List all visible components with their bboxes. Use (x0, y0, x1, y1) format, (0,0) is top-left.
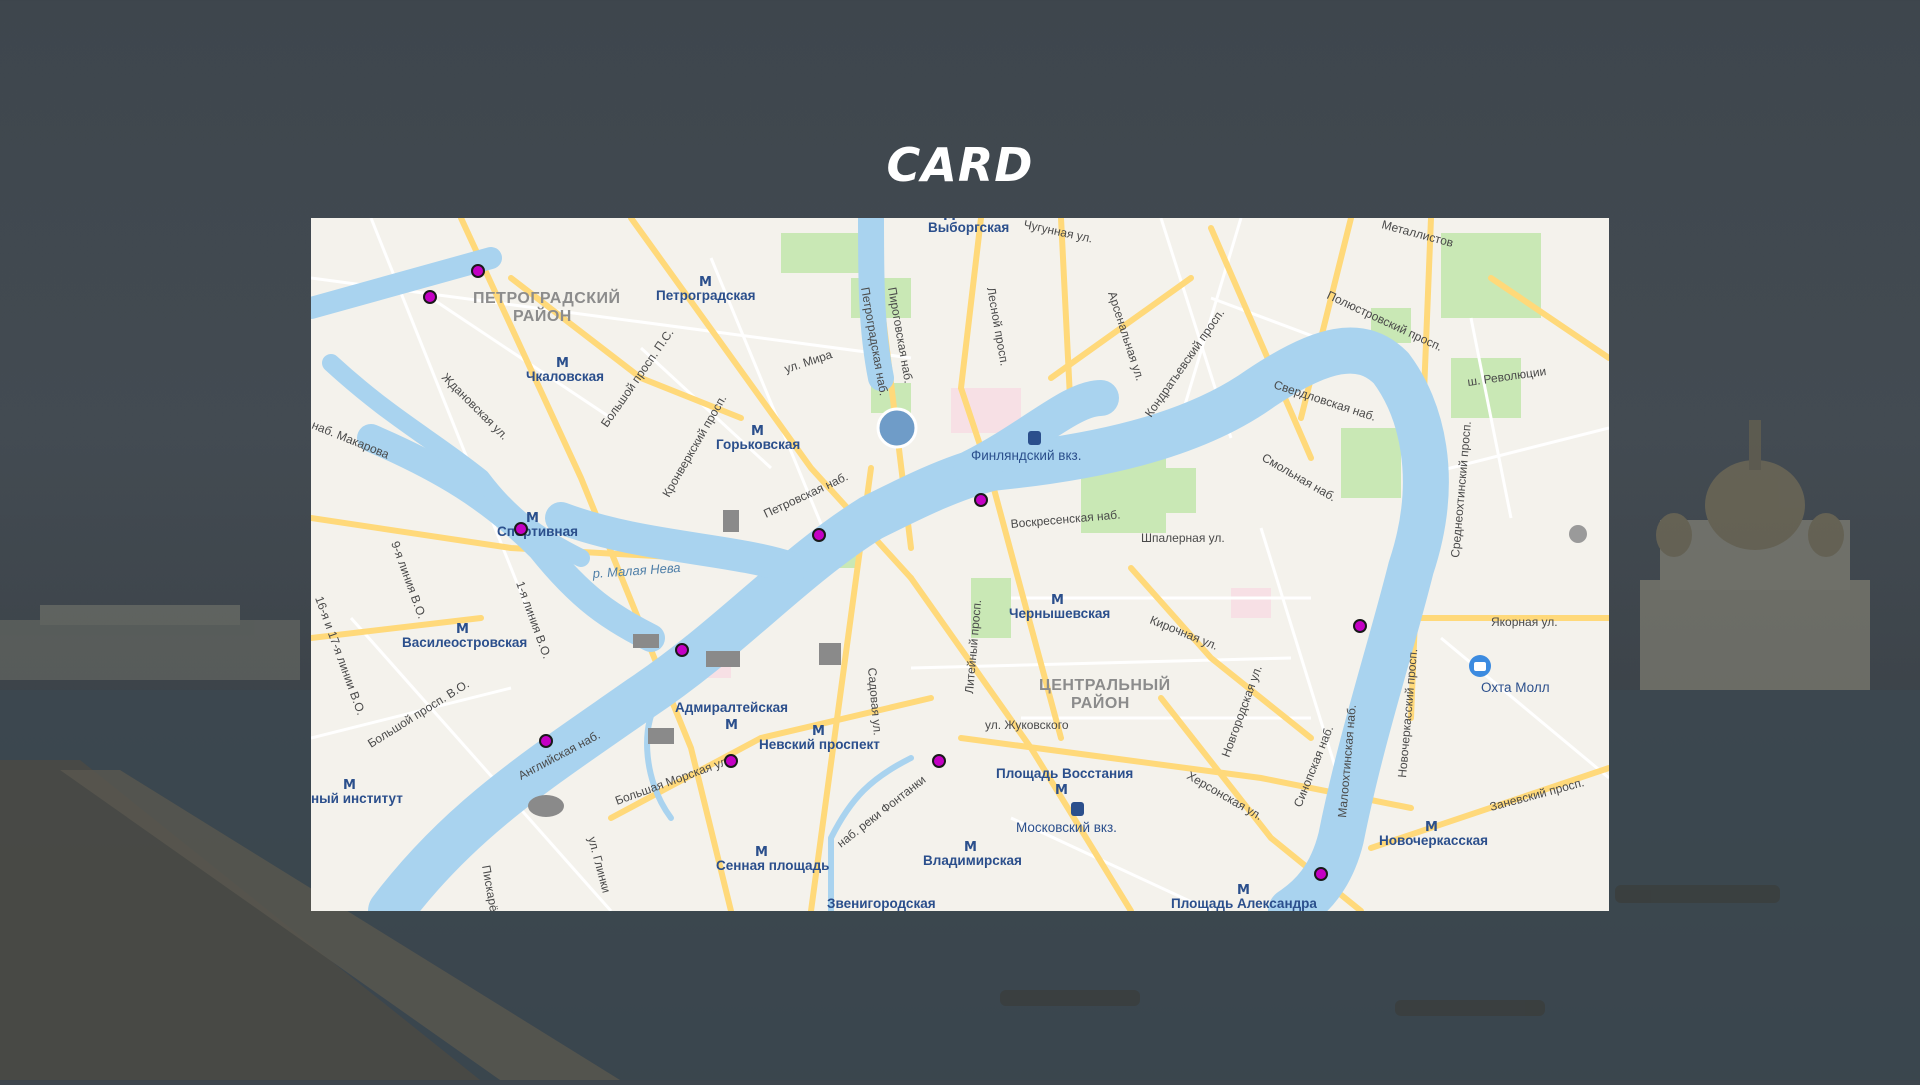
metro-icon: M (964, 840, 977, 855)
church-icon (819, 643, 841, 665)
metro-station[interactable]: Чкаловская (526, 369, 604, 384)
route-marker[interactable] (974, 493, 988, 507)
metro-station[interactable]: Площадь Восстания (996, 766, 1133, 781)
metro-icon: M (456, 622, 469, 637)
svg-text:Шпалерная ул.: Шпалерная ул. (1141, 531, 1225, 545)
metro-station[interactable]: Сенная площадь (716, 858, 829, 873)
place-moscow-station[interactable]: Московский вкз. (1016, 820, 1117, 835)
stadium-icon (528, 795, 564, 817)
route-marker[interactable] (724, 754, 738, 768)
route-marker[interactable] (812, 528, 826, 542)
svg-text:Площадь Восстания: Площадь Восстания (996, 766, 1133, 781)
route-marker[interactable] (1314, 867, 1328, 881)
district-label-petrogradsky-2: РАЙОН (513, 306, 572, 325)
metro-icon: M (812, 724, 825, 739)
metro-icon: M (943, 218, 956, 224)
metro-icon: M (1425, 820, 1438, 835)
route-marker[interactable] (471, 264, 485, 278)
svg-text:ный институт: ный институт (311, 791, 403, 806)
svg-text:Якорная ул.: Якорная ул. (1491, 615, 1558, 629)
metro-station[interactable]: Чернышевская (1009, 606, 1110, 621)
route-marker[interactable] (675, 643, 689, 657)
svg-text:Выборгская: Выборгская (928, 220, 1009, 235)
district-label-petrogradsky-1: ПЕТРОГРАДСКИЙ (473, 288, 621, 307)
svg-text:Адмиралтейская: Адмиралтейская (675, 700, 788, 715)
svg-text:Владимирская: Владимирская (923, 853, 1022, 868)
district-label-central-1: ЦЕНТРАЛЬНЫЙ (1039, 675, 1171, 694)
metro-icon: M (526, 511, 539, 526)
metro-station[interactable]: ный институт (311, 791, 403, 806)
building-icon (706, 651, 740, 667)
metro-icon: M (1237, 883, 1250, 898)
svg-text:Спортивная: Спортивная (497, 524, 578, 539)
metro-station[interactable]: Василеостровская (402, 635, 527, 650)
metro-station[interactable]: Невский проспект (759, 737, 880, 752)
metro-icon: M (755, 845, 768, 860)
metro-station[interactable]: Адмиралтейская (675, 700, 788, 715)
route-marker[interactable] (932, 754, 946, 768)
cathedral (1640, 420, 1870, 690)
svg-text:Сенная площадь: Сенная площадь (716, 858, 829, 873)
page-title: CARD (886, 138, 1034, 192)
metro-icon: M (1055, 783, 1068, 798)
svg-text:Звенигородская: Звенигородская (827, 896, 936, 911)
metro-station[interactable]: Новочеркасская (1379, 833, 1488, 848)
svg-text:Петроградская: Петроградская (656, 288, 756, 303)
svg-text:Невский проспект: Невский проспект (759, 737, 880, 752)
route-marker[interactable] (539, 734, 553, 748)
building-icon (633, 634, 659, 648)
svg-text:Василеостровская: Василеостровская (402, 635, 527, 650)
route-marker[interactable] (514, 522, 528, 536)
metro-station[interactable]: Петроградская (656, 288, 756, 303)
route-marker[interactable] (423, 290, 437, 304)
metro-icon: M (699, 275, 712, 290)
metro-icon: M (725, 718, 738, 733)
svg-text:Чкаловская: Чкаловская (526, 369, 604, 384)
metro-icon: M (343, 778, 356, 793)
svg-text:Новочеркасская: Новочеркасская (1379, 833, 1488, 848)
svg-text:ул. Жуковского: ул. Жуковского (985, 718, 1069, 732)
svg-text:Площадь Александра: Площадь Александра (1171, 896, 1317, 911)
fortress-icon (723, 510, 739, 532)
svg-text:Чернышевская: Чернышевская (1009, 606, 1110, 621)
cathedral-icon (648, 728, 674, 744)
map-card[interactable]: ПЕТРОГРАДСКИЙ РАЙОН ЦЕНТРАЛЬНЫЙ РАЙОН р.… (311, 218, 1609, 911)
place-finland-station[interactable]: Финляндский вкз. (971, 448, 1081, 463)
route-marker[interactable] (1353, 619, 1367, 633)
svg-text:Горьковская: Горьковская (716, 437, 800, 452)
metro-station[interactable]: Выборгская (928, 220, 1009, 235)
metro-icon: M (1051, 593, 1064, 608)
metro-station[interactable]: Спортивная (497, 524, 578, 539)
left-buildings (0, 605, 300, 680)
metro-icon: M (556, 356, 569, 371)
metro-station[interactable]: Владимирская (923, 853, 1022, 868)
district-label-central-2: РАЙОН (1071, 693, 1130, 712)
place-okhta-mall[interactable]: Охта Молл (1481, 680, 1550, 695)
metro-station[interactable]: Горьковская (716, 437, 800, 452)
metro-station[interactable]: Площадь Александра (1171, 896, 1317, 911)
metro-station[interactable]: Звенигородская (827, 896, 936, 911)
metro-icon: M (751, 424, 764, 439)
map-canvas[interactable]: ПЕТРОГРАДСКИЙ РАЙОН ЦЕНТРАЛЬНЫЙ РАЙОН р.… (311, 218, 1609, 911)
shopping-bag-icon (1469, 655, 1491, 677)
